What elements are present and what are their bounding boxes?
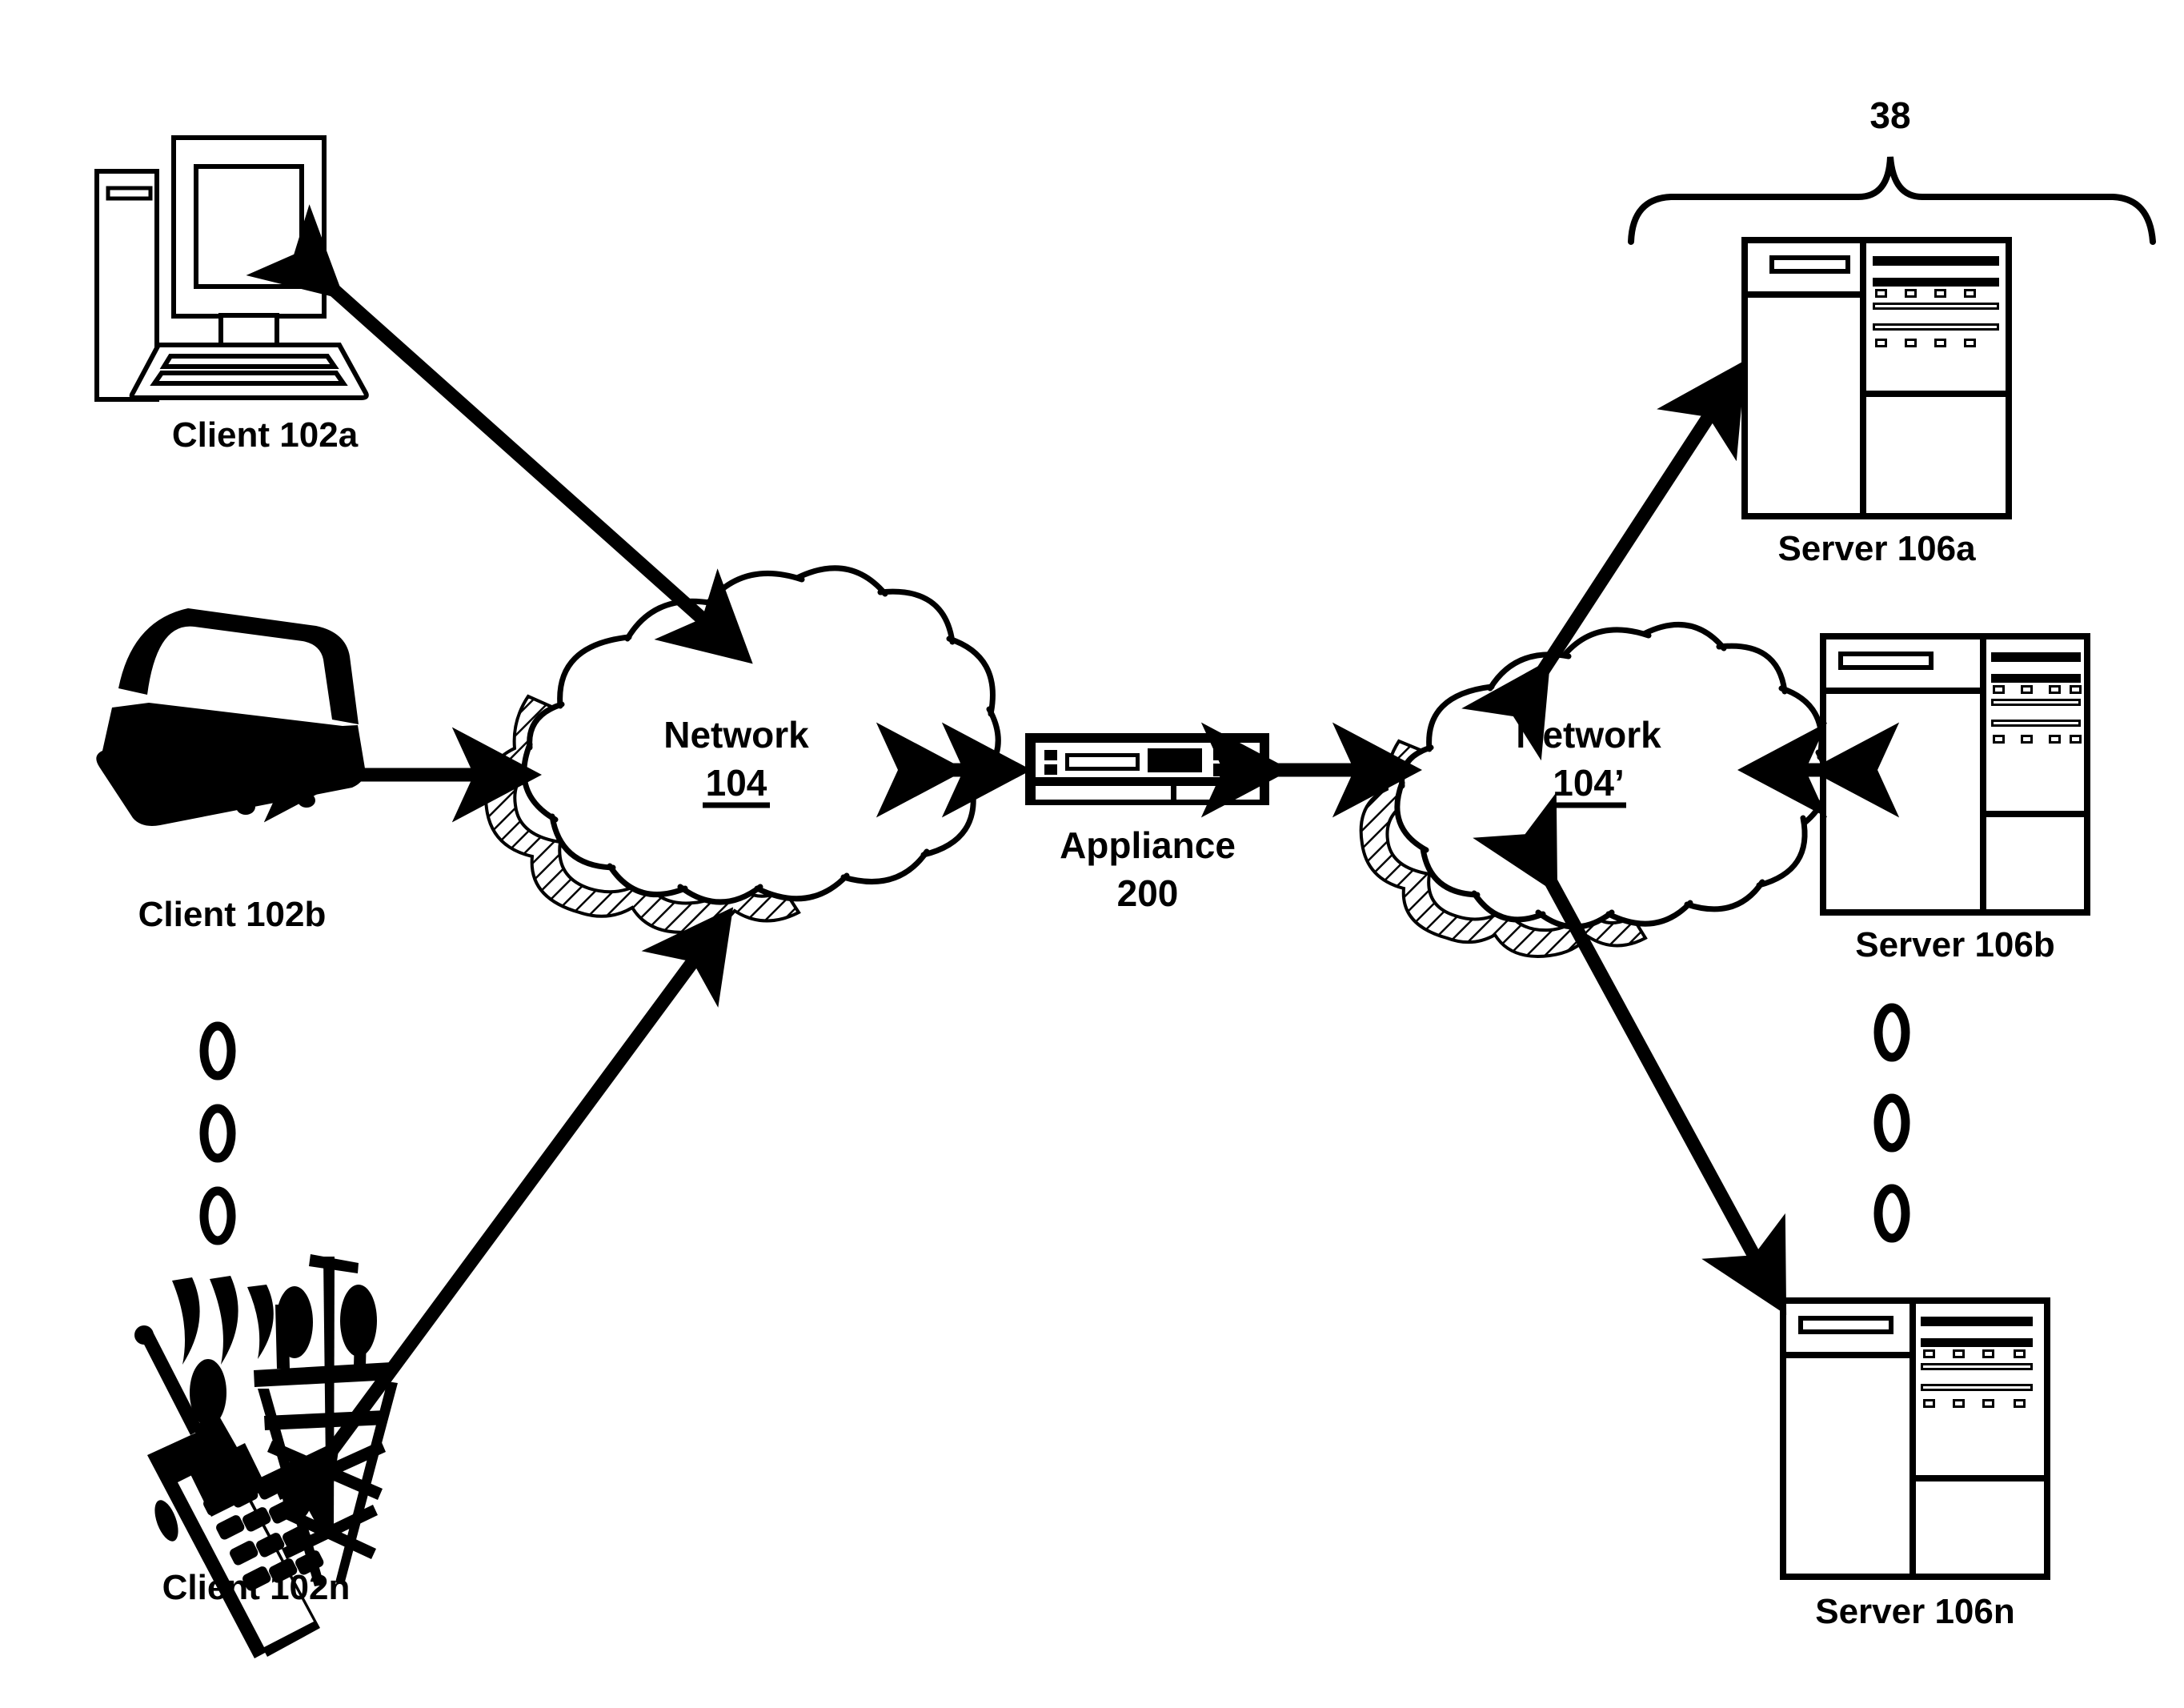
- server-106b-icon: [1820, 633, 2090, 916]
- appliance-label-line1: Appliance: [1060, 824, 1236, 866]
- desktop-computer-icon: [94, 135, 369, 402]
- server-106b-label: Server 106b: [1855, 925, 2055, 964]
- network-104-prime-label-line1: Network: [1516, 714, 1661, 756]
- brace-38-label: 38: [1869, 94, 1910, 136]
- server-106a-label: Server 106a: [1777, 529, 1976, 568]
- server-106n-icon: [1780, 1297, 2050, 1580]
- figure-canvas: Client 102a Client 102b Client 102n Netw…: [0, 0, 2184, 1708]
- network-diagram-svg: Client 102a Client 102b Client 102n Netw…: [0, 0, 2184, 1708]
- client-102a-label: Client 102a: [172, 415, 359, 455]
- appliance-label-line2: 200: [1117, 872, 1179, 914]
- network-104-label-line2: 104: [706, 762, 767, 804]
- network-104-label-line1: Network: [663, 714, 809, 756]
- server-106a-icon: [1741, 237, 2012, 519]
- client-102b-label: Client 102b: [138, 895, 327, 934]
- client-102n-label: Client 102n: [162, 1568, 351, 1607]
- server-106n-label: Server 106n: [1815, 1592, 2015, 1631]
- rack-appliance-icon: [1025, 733, 1269, 805]
- network-104-prime-label-line2: 104’: [1553, 762, 1625, 804]
